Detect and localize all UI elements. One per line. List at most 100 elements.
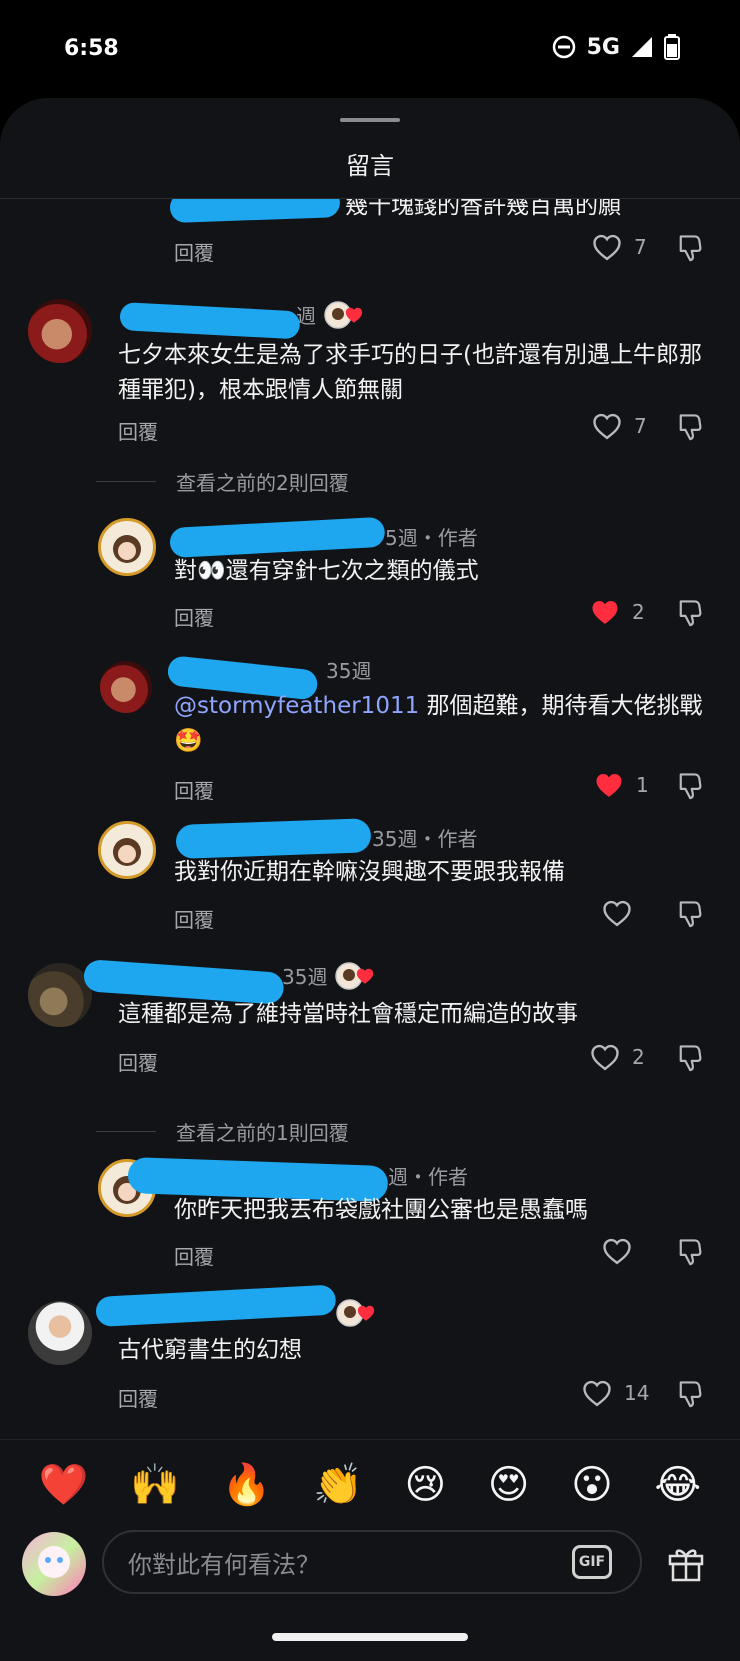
my-avatar xyxy=(22,1532,86,1596)
reply-text: 你昨天把我丟布袋戲社團公審也是愚蠢嗎 xyxy=(174,1197,588,1223)
like-button[interactable]: 7 xyxy=(592,412,647,440)
replier-meta: 35週・作者 xyxy=(372,827,478,851)
like-button[interactable]: 1 xyxy=(594,771,649,799)
thread-line xyxy=(96,481,156,482)
sheet-title: 留言 xyxy=(346,152,394,180)
mention-link[interactable]: @stormyfeather1011 xyxy=(174,693,419,719)
emoji-heart[interactable]: ❤️ xyxy=(39,1465,89,1505)
thumbs-down-icon xyxy=(679,235,702,262)
comment-item: 古代窮書生的幻想 回覆 14 xyxy=(0,1284,740,1424)
commenter-avatar[interactable] xyxy=(28,963,92,1027)
replier-meta: 5週・作者 xyxy=(385,526,478,550)
heart-outline-icon xyxy=(603,900,631,927)
emoji-laughing[interactable]: 😂 xyxy=(654,1465,701,1505)
reply-button[interactable]: 回覆 xyxy=(174,1241,214,1270)
status-bar: 6:58 5G xyxy=(0,0,740,98)
reply-item: 週・作者 你昨天把我丟布袋戲社團公審也是愚蠢嗎 回覆 xyxy=(0,1147,740,1277)
comment-text: 古代窮書生的幻想 xyxy=(118,1337,302,1363)
like-button[interactable] xyxy=(602,899,632,927)
comment-item: 35週 這種都是為了維持當時社會穩定而編造的故事 回覆 2 xyxy=(0,955,740,1085)
commenter-avatar[interactable] xyxy=(28,1301,92,1365)
redaction-scribble xyxy=(95,1284,337,1327)
gift-button[interactable] xyxy=(666,1543,706,1587)
dislike-button[interactable] xyxy=(676,412,704,446)
emoji-raising-hands[interactable]: 🙌 xyxy=(130,1465,180,1505)
author-liked-badge xyxy=(336,1299,376,1327)
comment-text: 七夕本來女生是為了求手巧的日子(也許還有別遇上牛郎那種罪犯)，根本跟情人節無關 xyxy=(118,342,702,403)
heart-outline-icon xyxy=(593,413,621,440)
reply-button[interactable]: 回覆 xyxy=(174,602,214,631)
gif-button[interactable]: GIF xyxy=(572,1545,612,1579)
like-count: 2 xyxy=(632,600,645,624)
reply-button[interactable]: 回覆 xyxy=(118,416,158,445)
redaction-scribble xyxy=(169,199,341,223)
comment-item: 週 七夕本來女生是為了求手巧的日子(也許還有別遇上牛郎那種罪犯)，根本跟情人節無… xyxy=(0,294,740,444)
reply-button[interactable]: 回覆 xyxy=(118,1047,158,1076)
comment-input[interactable]: 你對此有何看法？ xyxy=(102,1530,642,1594)
emoji-fire[interactable]: 🔥 xyxy=(222,1465,272,1505)
thumbs-down-icon xyxy=(679,1045,702,1072)
reply-item: 35週 @stormyfeather1011 那個超難，期待看大佬挑戰🤩 回覆 … xyxy=(0,649,740,809)
reply-text: 我對你近期在幹嘛沒興趣不要跟我報備 xyxy=(174,859,565,885)
commenter-avatar[interactable] xyxy=(28,299,92,363)
drag-handle[interactable] xyxy=(340,118,400,122)
heart-filled-icon xyxy=(357,1305,375,1321)
thumbs-down-icon xyxy=(679,1381,702,1408)
thumbs-down-icon xyxy=(679,901,702,928)
view-previous-replies[interactable]: 查看之前的2則回覆 xyxy=(96,467,349,496)
heart-filled-icon xyxy=(345,307,363,323)
heart-outline-icon xyxy=(591,1044,619,1071)
like-button[interactable] xyxy=(602,1237,632,1265)
do-not-disturb-icon xyxy=(552,35,575,59)
like-count: 14 xyxy=(624,1381,650,1405)
emoji-clap[interactable]: 👏 xyxy=(313,1465,363,1505)
heart-outline-icon xyxy=(603,1238,631,1265)
reply-button[interactable]: 回覆 xyxy=(174,775,214,804)
view-previous-label: 查看之前的1則回覆 xyxy=(176,1121,349,1145)
home-indicator[interactable] xyxy=(272,1633,468,1641)
replier-meta: 35週 xyxy=(326,659,372,683)
anime-avatar-icon xyxy=(38,1546,70,1578)
dislike-button[interactable] xyxy=(676,899,704,933)
view-previous-replies[interactable]: 查看之前的1則回覆 xyxy=(96,1117,349,1146)
dislike-button[interactable] xyxy=(676,1379,704,1413)
like-count: 7 xyxy=(634,235,647,259)
emoji-heart-eyes[interactable]: 😍 xyxy=(488,1465,530,1505)
replier-avatar[interactable] xyxy=(100,661,152,713)
author-liked-badge xyxy=(335,961,375,990)
comment-text: 幾十塊錢的香許幾百萬的願 xyxy=(345,199,621,219)
reply-button[interactable]: 回覆 xyxy=(174,904,214,933)
like-button[interactable]: 2 xyxy=(590,598,645,626)
comment-input-placeholder: 你對此有何看法？ xyxy=(128,1550,320,1579)
comment-age: 35週 xyxy=(282,965,328,989)
status-icons: 5G xyxy=(551,34,680,60)
like-button[interactable]: 14 xyxy=(582,1379,649,1407)
dislike-button[interactable] xyxy=(676,233,704,267)
comment-text: 這種都是為了維持當時社會穩定而編造的故事 xyxy=(118,1001,578,1027)
network-label: 5G xyxy=(586,34,620,60)
replier-avatar[interactable] xyxy=(98,821,156,879)
dislike-button[interactable] xyxy=(676,1237,704,1271)
comment-list[interactable]: 幾十塊錢的香許幾百萬的願 回覆 7 週 七夕本來女生是為了求手巧的日子(也許還有… xyxy=(0,199,740,1537)
reply-item: 5週・作者 對👀還有穿針七次之類的儀式 回覆 2 xyxy=(0,514,740,634)
emoji-crying[interactable]: 😢 xyxy=(404,1465,446,1505)
author-liked-badge xyxy=(324,300,364,329)
dislike-button[interactable] xyxy=(676,771,704,805)
replier-avatar[interactable] xyxy=(98,518,156,576)
thumbs-down-icon xyxy=(679,773,702,800)
dislike-button[interactable] xyxy=(676,1043,704,1077)
dislike-button[interactable] xyxy=(676,598,704,632)
reply-button[interactable]: 回覆 xyxy=(174,237,214,266)
like-count: 1 xyxy=(636,773,649,797)
battery-icon xyxy=(664,34,680,60)
like-button[interactable]: 2 xyxy=(590,1043,645,1071)
like-button[interactable]: 7 xyxy=(592,233,647,261)
emoji-surprised[interactable]: 😮 xyxy=(571,1465,613,1505)
thread-line xyxy=(96,1131,156,1132)
comments-sheet: 留言 幾十塊錢的香許幾百萬的願 回覆 7 週 七夕本來女生是為了求手巧的日子(也… xyxy=(0,98,740,1661)
thumbs-down-icon xyxy=(679,414,702,441)
redaction-scribble xyxy=(169,516,386,558)
reply-button[interactable]: 回覆 xyxy=(118,1383,158,1412)
signal-icon xyxy=(632,37,652,57)
like-count: 2 xyxy=(632,1045,645,1069)
